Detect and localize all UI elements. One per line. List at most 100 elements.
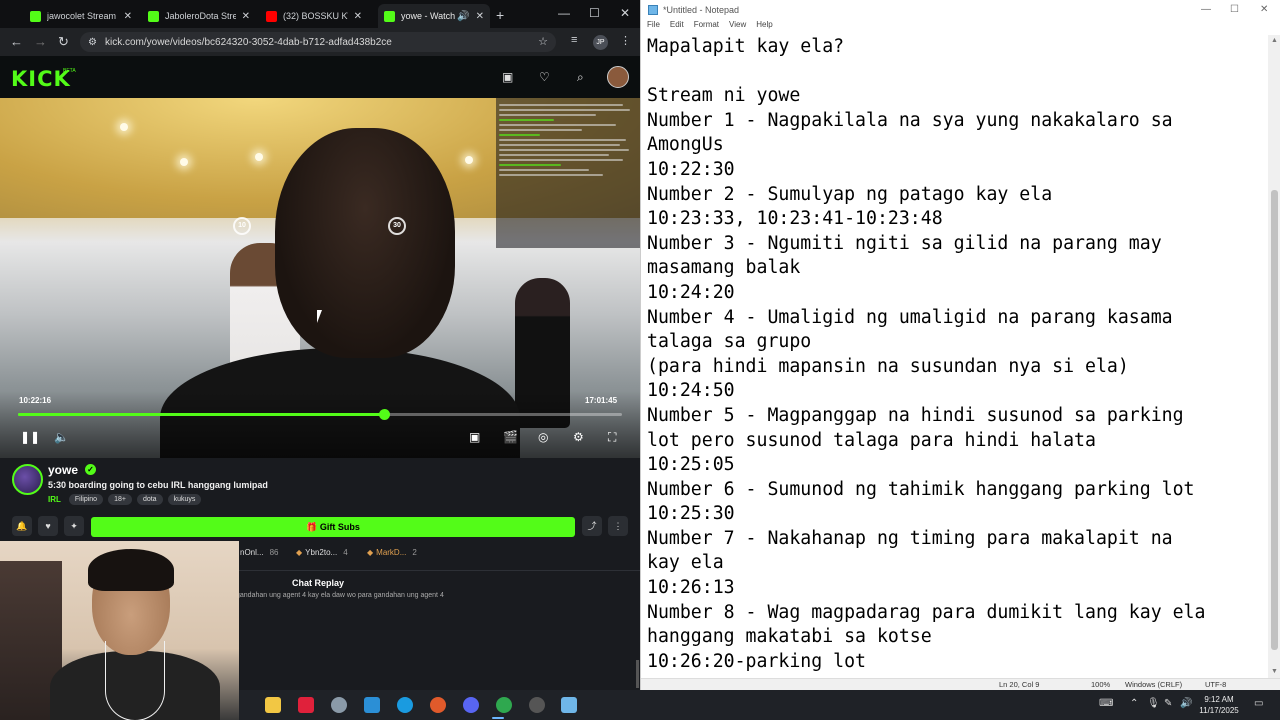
edge-icon[interactable] xyxy=(397,697,413,713)
menu-view[interactable]: View xyxy=(729,20,746,35)
leaderboard-entry[interactable]: ◆ Ybn2to... 4 xyxy=(296,548,348,557)
text-line: Stream ni yowe xyxy=(647,85,801,107)
close-tab-icon[interactable]: ✕ xyxy=(124,11,132,22)
tab-jabolerodota[interactable]: JaboleroDota Strea ✕ xyxy=(142,4,256,28)
playback-speed-icon[interactable]: ◎ xyxy=(538,430,548,444)
bookmark-star-icon[interactable]: ☆ xyxy=(538,35,548,48)
clip-icon[interactable]: 🎬 xyxy=(503,430,518,444)
fast-forward-icon[interactable]: 30 xyxy=(388,217,406,235)
menu-format[interactable]: Format xyxy=(694,20,719,35)
divider xyxy=(236,570,640,571)
tab-bossku[interactable]: (32) BOSSKU KWEN ✕ xyxy=(260,4,368,28)
video-controls: 10:22:16 17:01:45 ❚❚ 🔈 ▣ 🎬 ◎ ⚙ ⛶ xyxy=(0,391,640,458)
cursor-position: Ln 20, Col 9 xyxy=(999,680,1040,689)
file-explorer-icon[interactable] xyxy=(265,697,281,713)
media-control-icon[interactable]: ≡ xyxy=(571,34,577,46)
category-link[interactable]: IRL xyxy=(48,495,61,504)
text-line: Number 4 - Umaligid ng umaligid na paran… xyxy=(647,306,1173,328)
tab-label: yowe - Watch l xyxy=(401,11,456,21)
steam-icon[interactable] xyxy=(331,697,347,713)
tab-jawocolet[interactable]: jawocolet Stream - ✕ xyxy=(24,4,138,28)
leaderboard-entry[interactable]: nOnl... 86 xyxy=(240,548,278,557)
notification-bell-icon[interactable]: 🔔 xyxy=(12,516,32,536)
tag-chip[interactable]: Filipino xyxy=(68,494,104,505)
more-options-icon[interactable]: ⋮ xyxy=(608,516,628,536)
calculator-icon[interactable] xyxy=(364,697,380,713)
tab-yowe[interactable]: yowe - Watch l 🔊 ✕ xyxy=(378,4,490,28)
video-player[interactable]: 10 30 10:22:16 17:01:45 ❚❚ 🔈 ▣ 🎬 ◎ ⚙ ⛶ xyxy=(0,98,640,458)
back-icon[interactable]: ← xyxy=(10,34,23,49)
tag-chip[interactable]: dota xyxy=(136,494,163,505)
minimize-icon[interactable]: — xyxy=(558,6,570,20)
scrollbar-thumb[interactable] xyxy=(1271,190,1278,650)
maximize-icon[interactable]: ☐ xyxy=(1230,4,1239,15)
tag-chip[interactable]: kukuys xyxy=(167,494,202,505)
text-line: 10:23:33, 10:23:41-10:23:48 xyxy=(647,208,943,230)
pause-icon[interactable]: ❚❚ xyxy=(20,430,40,444)
close-window-icon[interactable]: ✕ xyxy=(620,6,630,20)
channel-name[interactable]: yowe xyxy=(48,463,78,477)
user-avatar[interactable] xyxy=(607,66,629,88)
profile-avatar[interactable]: JP xyxy=(593,35,608,50)
system-clock[interactable]: 9:12 AM 11/17/2025 xyxy=(1194,694,1244,716)
rewind-icon[interactable]: 10 xyxy=(233,217,251,235)
fullscreen-icon[interactable]: ⛶ xyxy=(608,430,616,445)
follow-heart-icon[interactable]: ♥ xyxy=(38,516,58,536)
notepad-icon[interactable] xyxy=(561,697,577,713)
menu-help[interactable]: Help xyxy=(756,20,772,35)
browser-menu-icon[interactable]: ⋮ xyxy=(620,34,631,47)
ceiling-light xyxy=(120,123,128,131)
scroll-down-icon[interactable]: ▼ xyxy=(1271,668,1278,675)
share-icon[interactable]: ⤴ xyxy=(582,516,602,536)
wps-office-icon[interactable] xyxy=(298,697,314,713)
omnibox[interactable]: ⚙ kick.com/yowe/videos/bc624320-3052-4da… xyxy=(80,32,556,52)
minimize-icon[interactable]: — xyxy=(1201,4,1211,15)
volume-tray-icon[interactable]: 🔊 xyxy=(1180,698,1192,709)
menu-edit[interactable]: Edit xyxy=(670,20,684,35)
close-tab-icon[interactable]: ✕ xyxy=(242,11,250,22)
text-line: masamang balak xyxy=(647,257,801,279)
close-window-icon[interactable]: ✕ xyxy=(1260,4,1268,15)
discord-icon[interactable] xyxy=(463,697,479,713)
text-line: Number 1 - Nagpakilala na sya yung nakak… xyxy=(647,109,1173,131)
tray-overflow-icon[interactable]: ⌃ xyxy=(1130,698,1138,709)
notifications-icon[interactable]: ▭ xyxy=(1254,698,1263,709)
forward-icon[interactable]: → xyxy=(34,34,47,49)
reload-icon[interactable]: ↻ xyxy=(58,34,69,50)
heart-icon[interactable]: ♡ xyxy=(539,70,550,84)
chat-scrollbar[interactable] xyxy=(636,660,639,688)
gift-subs-button[interactable]: 🎁 Gift Subs xyxy=(91,517,575,537)
new-tab-icon[interactable]: + xyxy=(496,7,504,23)
zoom-level: 100% xyxy=(1091,680,1111,689)
maximize-icon[interactable]: ☐ xyxy=(589,6,600,20)
volume-icon[interactable]: 🔈 xyxy=(54,430,69,444)
library-icon[interactable]: ▣ xyxy=(502,70,513,84)
vertical-scrollbar[interactable]: ▲ ▼ xyxy=(1268,35,1280,678)
tag-chip[interactable]: 18+ xyxy=(108,494,132,505)
obs-icon[interactable] xyxy=(529,697,545,713)
keyboard-icon[interactable]: ⌨ xyxy=(1099,698,1113,709)
close-tab-icon[interactable]: ✕ xyxy=(476,11,484,22)
pen-icon[interactable]: ✎ xyxy=(1164,698,1172,709)
text-editor[interactable]: Mapalapit kay ela? Stream ni yowe Number 1… xyxy=(641,35,1268,678)
settings-gear-icon[interactable]: ⚙ xyxy=(573,430,584,444)
leaderboard-entry[interactable]: ◆ MarkD... 2 xyxy=(367,548,417,557)
chrome-icon[interactable] xyxy=(496,697,512,713)
gift-badge-icon: ◆ xyxy=(296,548,303,557)
leaderboard-count: 86 xyxy=(269,548,279,557)
search-icon[interactable]: ⌕ xyxy=(577,70,584,85)
window-title: *Untitled - Notepad xyxy=(663,5,740,15)
channel-avatar[interactable] xyxy=(12,464,43,495)
menu-file[interactable]: File xyxy=(647,20,660,35)
audio-icon[interactable]: 🔊 xyxy=(457,11,469,22)
theater-mode-icon[interactable]: ▣ xyxy=(469,430,480,444)
seek-bar-knob[interactable] xyxy=(379,409,391,420)
subscribe-star-icon[interactable]: ✦ xyxy=(64,516,84,536)
scroll-up-icon[interactable]: ▲ xyxy=(1271,37,1278,44)
microphone-icon[interactable]: 🎙 xyxy=(1147,698,1160,709)
kick-logo[interactable]: KICK xyxy=(11,67,71,91)
seek-bar[interactable] xyxy=(18,409,622,420)
close-tab-icon[interactable]: ✕ xyxy=(354,11,362,22)
site-info-icon[interactable]: ⚙ xyxy=(88,37,97,48)
app-icon[interactable] xyxy=(430,697,446,713)
